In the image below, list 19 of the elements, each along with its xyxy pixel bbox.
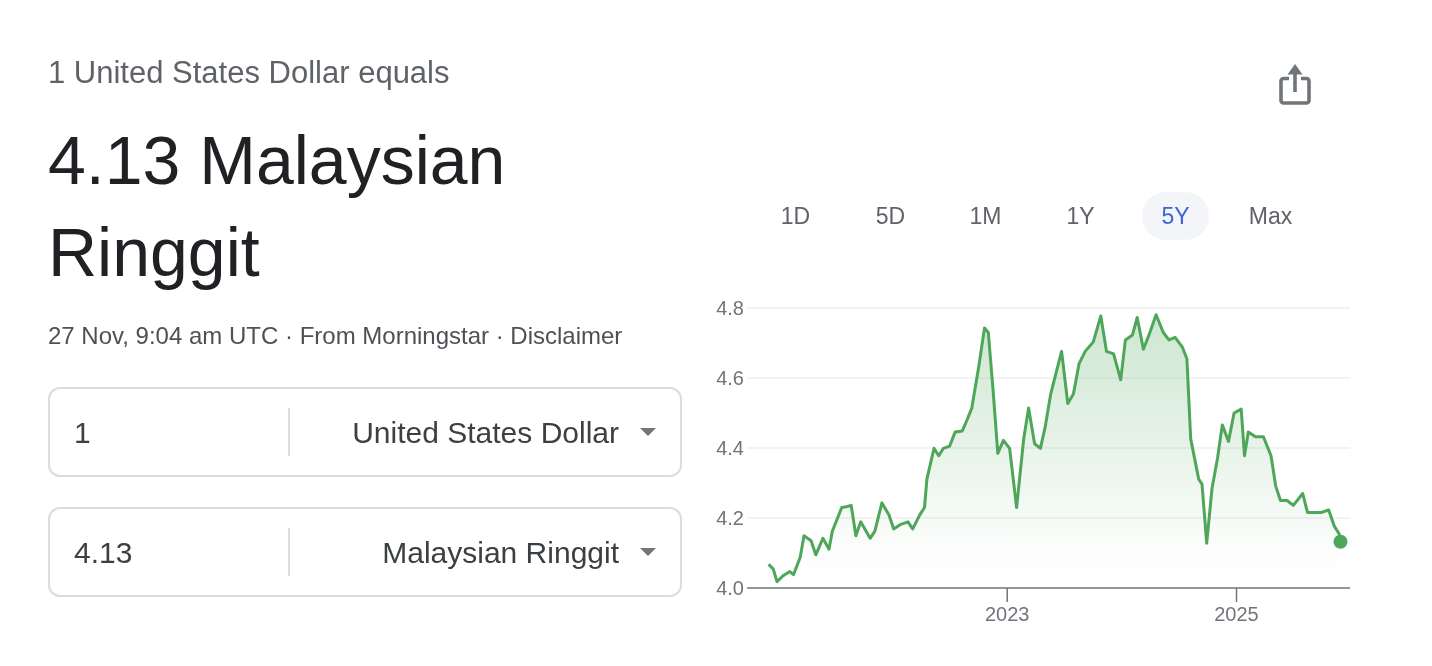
range-tab[interactable]: 5D [857,192,924,240]
conversion-result: 4.13 Malaysian Ringgit [48,121,507,292]
y-axis-label: 4.4 [716,437,744,459]
conversion-subtitle: 1 United States Dollar equals [48,54,450,92]
x-axis-label: 2023 [985,603,1030,625]
y-axis-label: 4.0 [716,577,744,599]
range-tab[interactable]: 1D [762,192,829,240]
y-axis-label: 4.8 [716,297,744,319]
rate-timestamp-source: 27 Nov, 9:04 am UTC · From Morningstar · Disclaimer [48,321,623,351]
y-axis-label: 4.2 [716,507,744,529]
range-tab[interactable]: 1Y [1047,192,1114,240]
end-dot-icon [1333,534,1348,549]
share-button[interactable] [1279,63,1311,105]
share-icon [1279,63,1311,105]
range-tab[interactable]: Max [1237,192,1304,240]
range-tab[interactable]: 5Y [1142,192,1209,240]
y-axis-label: 4.6 [716,367,744,389]
x-axis-label: 2025 [1214,603,1259,625]
range-tab[interactable]: 1M [952,192,1019,240]
